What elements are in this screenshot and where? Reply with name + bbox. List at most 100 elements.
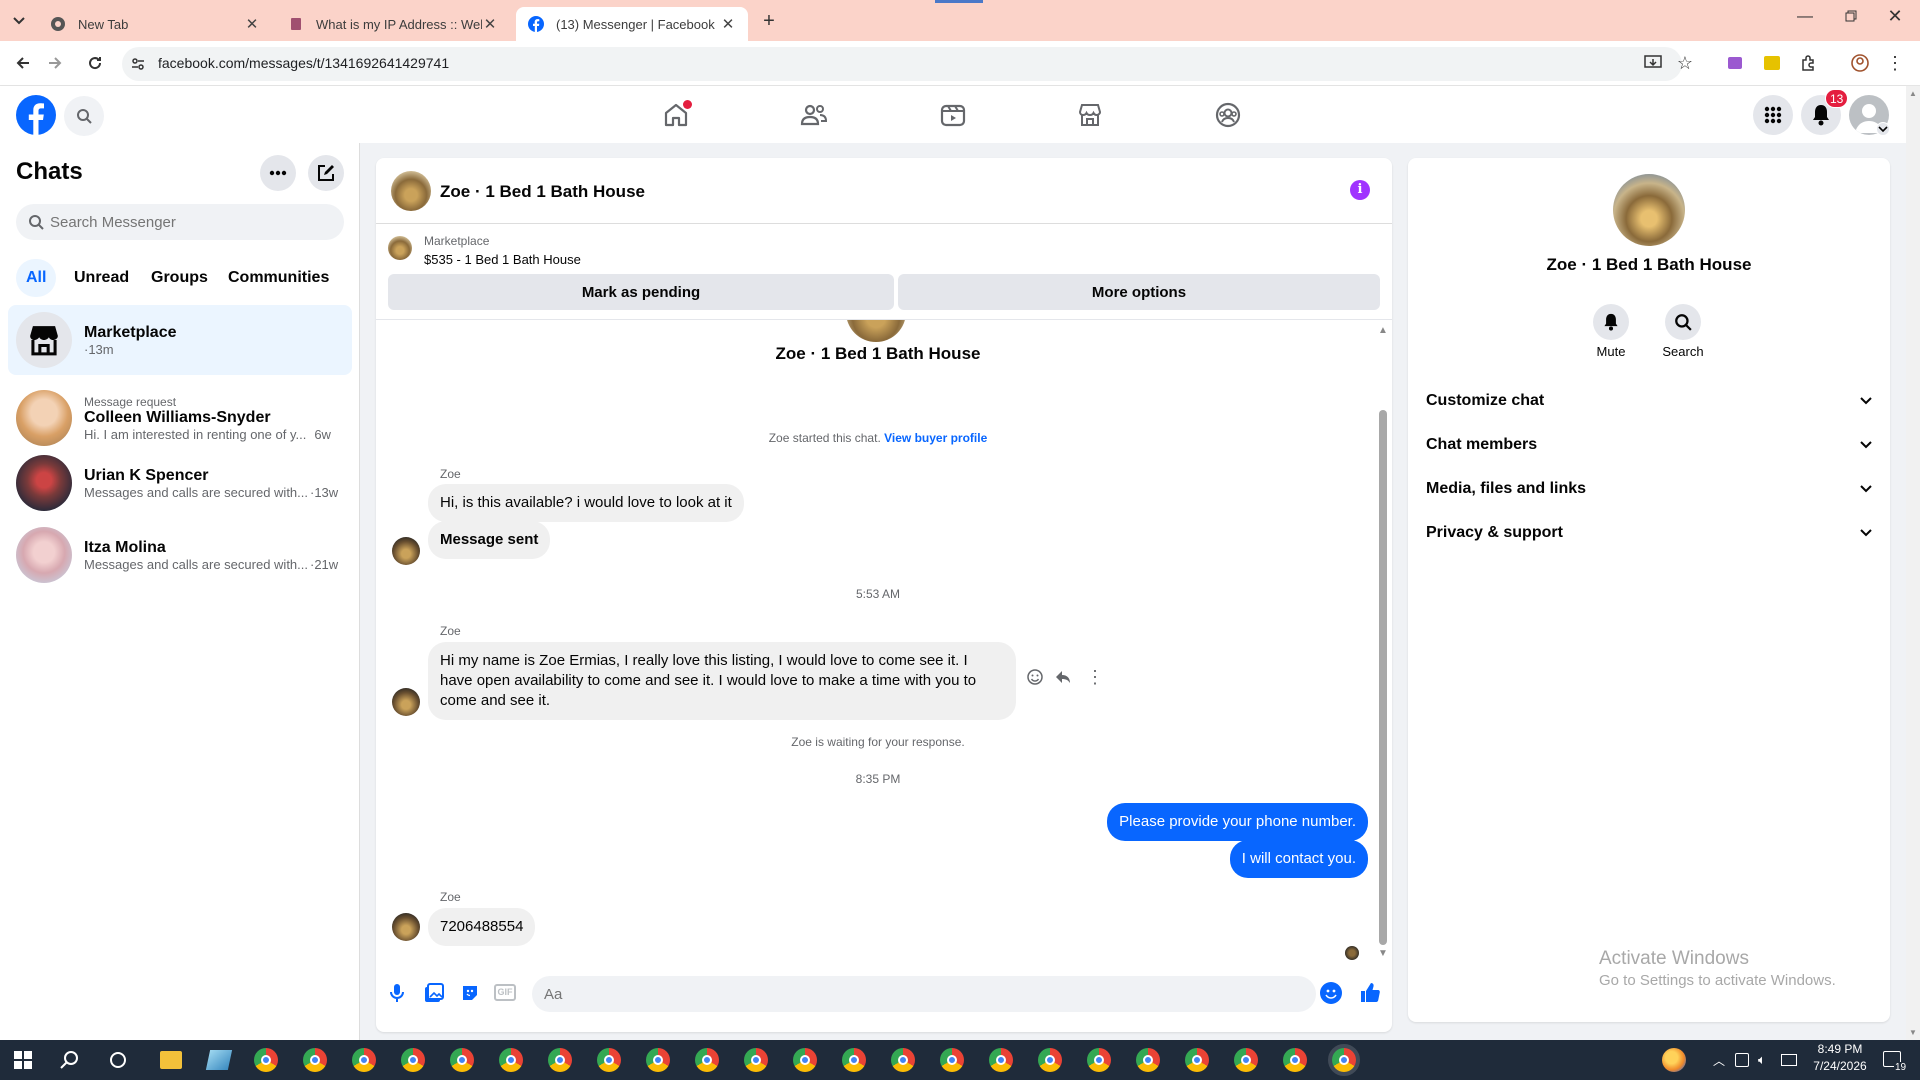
filter-unread[interactable]: Unread	[64, 259, 139, 297]
messages-scroll-area[interactable]	[376, 320, 1380, 960]
taskbar-chrome-window-icon[interactable]	[401, 1048, 425, 1072]
forward-icon[interactable]	[40, 48, 70, 78]
bookmark-star-icon[interactable]: ☆	[1670, 48, 1700, 78]
task-view-icon[interactable]	[110, 1052, 126, 1068]
extensions-puzzle-icon[interactable]	[1793, 48, 1823, 78]
mark-as-pending-button[interactable]: Mark as pending	[388, 274, 894, 310]
profile-icon[interactable]	[1845, 48, 1875, 78]
taskbar-chrome-window-icon[interactable]	[1038, 1048, 1062, 1072]
scroll-down-icon[interactable]: ▼	[1378, 948, 1388, 959]
menu-grid-icon[interactable]	[1753, 95, 1793, 135]
taskbar-chrome-window-icon[interactable]	[1087, 1048, 1111, 1072]
more-options-button[interactable]: More options	[898, 274, 1380, 310]
search-in-chat-button[interactable]	[1665, 304, 1701, 340]
tab-search-icon[interactable]	[8, 10, 30, 32]
nav-friends[interactable]	[758, 87, 870, 143]
close-tab-icon[interactable]: ✕	[244, 15, 260, 33]
taskbar-date[interactable]: 7/24/2026	[1806, 1059, 1874, 1073]
taskbar-chrome-window-icon[interactable]	[499, 1048, 523, 1072]
window-close-icon[interactable]: ✕	[1880, 6, 1910, 30]
browser-menu-icon[interactable]: ⋮	[1880, 48, 1910, 78]
taskbar-app-icon[interactable]	[205, 1050, 233, 1070]
messages-scrollbar[interactable]	[1379, 410, 1387, 945]
taskbar-chrome-window-icon[interactable]	[646, 1048, 670, 1072]
conversation-avatar[interactable]	[391, 171, 431, 211]
attach-media-icon[interactable]	[424, 983, 444, 1003]
close-tab-icon[interactable]: ✕	[720, 15, 736, 33]
nav-video[interactable]	[897, 87, 1009, 143]
taskbar-chrome-window-icon[interactable]	[744, 1048, 768, 1072]
fb-search-icon[interactable]	[64, 96, 104, 136]
taskbar-chrome-window-icon[interactable]	[695, 1048, 719, 1072]
taskbar-chrome-window-icon[interactable]	[891, 1048, 915, 1072]
chat-item-itza[interactable]: Itza Molina Messages and calls are secur…	[8, 520, 352, 590]
minimize-icon[interactable]: —	[1790, 8, 1820, 32]
voice-clip-icon[interactable]	[388, 983, 406, 1003]
message-input[interactable]	[544, 982, 1284, 1006]
chat-members-section[interactable]: Chat members	[1424, 425, 1874, 465]
volume-icon[interactable]: 🔈︎	[1758, 1052, 1766, 1068]
reply-icon[interactable]	[1054, 668, 1072, 686]
conversation-title[interactable]: Zoe · 1 Bed 1 Bath House	[440, 182, 645, 202]
tab-new-tab[interactable]: New Tab ✕	[38, 7, 272, 41]
message-bubble[interactable]: Message sent	[428, 521, 551, 559]
taskbar-chrome-window-icon[interactable]	[597, 1048, 621, 1072]
taskbar-chrome-window-icon[interactable]	[1328, 1044, 1360, 1076]
sticker-icon[interactable]	[460, 983, 480, 1003]
extension-yellow-icon[interactable]	[1757, 48, 1787, 78]
facebook-logo-icon[interactable]	[16, 95, 56, 135]
like-thumbs-up-icon[interactable]	[1359, 981, 1381, 1003]
filter-groups[interactable]: Groups	[141, 259, 218, 297]
outgoing-message-bubble[interactable]: Please provide your phone number.	[1107, 803, 1368, 841]
taskbar-time[interactable]: 8:49 PM	[1808, 1042, 1872, 1056]
meet-now-icon[interactable]	[1735, 1053, 1749, 1067]
restore-icon[interactable]	[1836, 10, 1866, 34]
message-bubble[interactable]: 7206488554	[428, 908, 536, 946]
customize-chat-section[interactable]: Customize chat	[1424, 381, 1874, 421]
file-explorer-icon[interactable]	[160, 1051, 182, 1069]
nav-groups[interactable]	[1172, 87, 1284, 143]
tab-ip-address[interactable]: What is my IP Address :: WebB ✕	[276, 7, 510, 41]
taskbar-chrome-window-icon[interactable]	[989, 1048, 1013, 1072]
privacy-support-section[interactable]: Privacy & support	[1424, 513, 1874, 553]
taskbar-chrome-window-icon[interactable]	[303, 1048, 327, 1072]
media-files-links-section[interactable]: Media, files and links	[1424, 469, 1874, 509]
details-avatar[interactable]	[1613, 174, 1685, 246]
taskbar-chrome-window-icon[interactable]	[793, 1048, 817, 1072]
taskbar-chrome-window-icon[interactable]	[1283, 1048, 1307, 1072]
nav-marketplace[interactable]	[1034, 87, 1146, 143]
account-chevron-icon[interactable]	[1876, 122, 1890, 136]
windows-start-icon[interactable]	[14, 1051, 32, 1069]
mute-button[interactable]	[1593, 304, 1629, 340]
close-tab-icon[interactable]: ✕	[482, 15, 498, 33]
chat-item-colleen[interactable]: Message request Colleen Williams-Snyder …	[8, 383, 352, 453]
back-icon[interactable]	[8, 48, 38, 78]
install-app-icon[interactable]	[1638, 48, 1668, 78]
listing-title[interactable]: $535 - 1 Bed 1 Bath House	[424, 252, 581, 267]
nav-home[interactable]	[620, 87, 732, 143]
taskbar-chrome-window-icon[interactable]	[450, 1048, 474, 1072]
show-hidden-icons[interactable]: ︿	[1713, 1052, 1725, 1069]
new-tab-plus-icon[interactable]: +	[758, 10, 780, 32]
url-text[interactable]: facebook.com/messages/t/1341692641429741	[158, 55, 449, 71]
filter-all[interactable]: All	[16, 259, 57, 297]
taskbar-chrome-window-icon[interactable]	[254, 1048, 278, 1072]
reload-icon[interactable]	[80, 48, 110, 78]
filter-communities[interactable]: Communities	[218, 259, 339, 297]
page-scroll-up-icon[interactable]: ▲	[1909, 89, 1917, 98]
chat-item-urian[interactable]: Urian K Spencer Messages and calls are s…	[8, 448, 352, 518]
gif-icon[interactable]: GIF	[494, 984, 516, 1001]
message-bubble[interactable]: Hi, is this available? i would love to l…	[428, 484, 744, 522]
view-buyer-profile-link[interactable]: View buyer profile	[884, 431, 987, 445]
taskbar-chrome-window-icon[interactable]	[842, 1048, 866, 1072]
taskbar-chrome-window-icon[interactable]	[1136, 1048, 1160, 1072]
taskbar-chrome-window-icon[interactable]	[548, 1048, 572, 1072]
more-actions-icon[interactable]: ⋮	[1086, 668, 1104, 686]
react-emoji-icon[interactable]	[1026, 668, 1044, 686]
scroll-up-icon[interactable]: ▲	[1378, 325, 1388, 336]
new-message-icon[interactable]	[308, 155, 344, 191]
extension-purple-icon[interactable]	[1720, 48, 1750, 78]
search-messenger-input[interactable]	[50, 210, 330, 234]
taskbar-chrome-window-icon[interactable]	[1234, 1048, 1258, 1072]
taskbar-chrome-window-icon[interactable]	[352, 1048, 376, 1072]
